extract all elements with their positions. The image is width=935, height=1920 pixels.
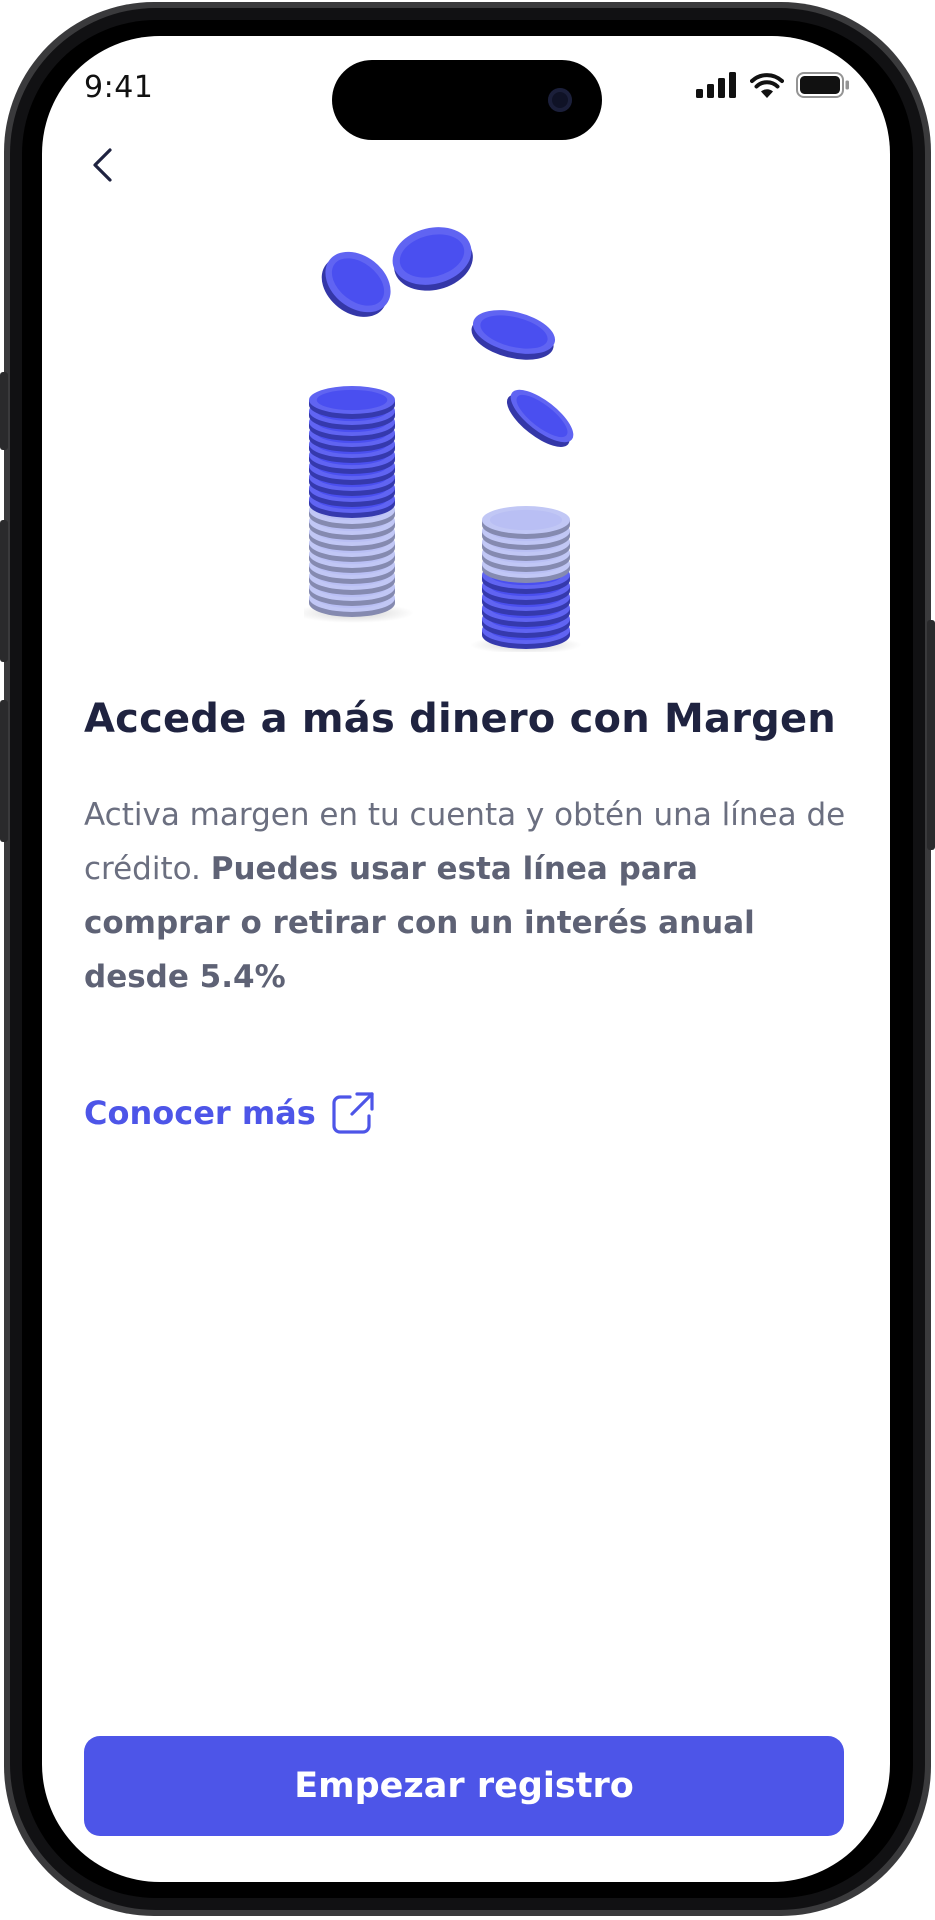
flying-coin: [471, 310, 556, 360]
coin: [309, 386, 395, 419]
back-button[interactable]: [80, 140, 124, 190]
signal-bars-icon: [696, 72, 736, 98]
page-title: Accede a más dinero con Margen: [84, 696, 836, 742]
flying-coin: [506, 389, 574, 447]
external-link-icon: [332, 1092, 374, 1134]
battery-icon: [796, 72, 849, 98]
power-button: [927, 620, 935, 850]
left-coin-stack: [309, 386, 395, 617]
flying-coin: [392, 227, 473, 291]
status-icons: [696, 70, 850, 100]
action-button: [0, 372, 8, 450]
dynamic-island: [332, 60, 602, 140]
wifi-icon: [750, 73, 784, 98]
flying-coin: [321, 251, 391, 317]
start-registration-button[interactable]: Empezar registro: [84, 1736, 844, 1836]
coin-stacks-illustration: [304, 227, 582, 652]
app-screen: 9:41 Accede a más dinero con Margen Acti…: [42, 36, 890, 1882]
coin: [482, 506, 570, 539]
page-description: Activa margen en tu cuenta y obtén una l…: [84, 788, 854, 1004]
chevron-left-icon: [93, 148, 112, 182]
camera-icon: [548, 88, 572, 112]
volume-down-button: [0, 700, 8, 842]
volume-up-button: [0, 520, 8, 662]
right-coin-stack: [482, 506, 570, 649]
learn-more-link[interactable]: Conocer más: [84, 1090, 376, 1136]
status-time: 9:41: [84, 70, 154, 105]
learn-more-label: Conocer más: [84, 1094, 316, 1132]
